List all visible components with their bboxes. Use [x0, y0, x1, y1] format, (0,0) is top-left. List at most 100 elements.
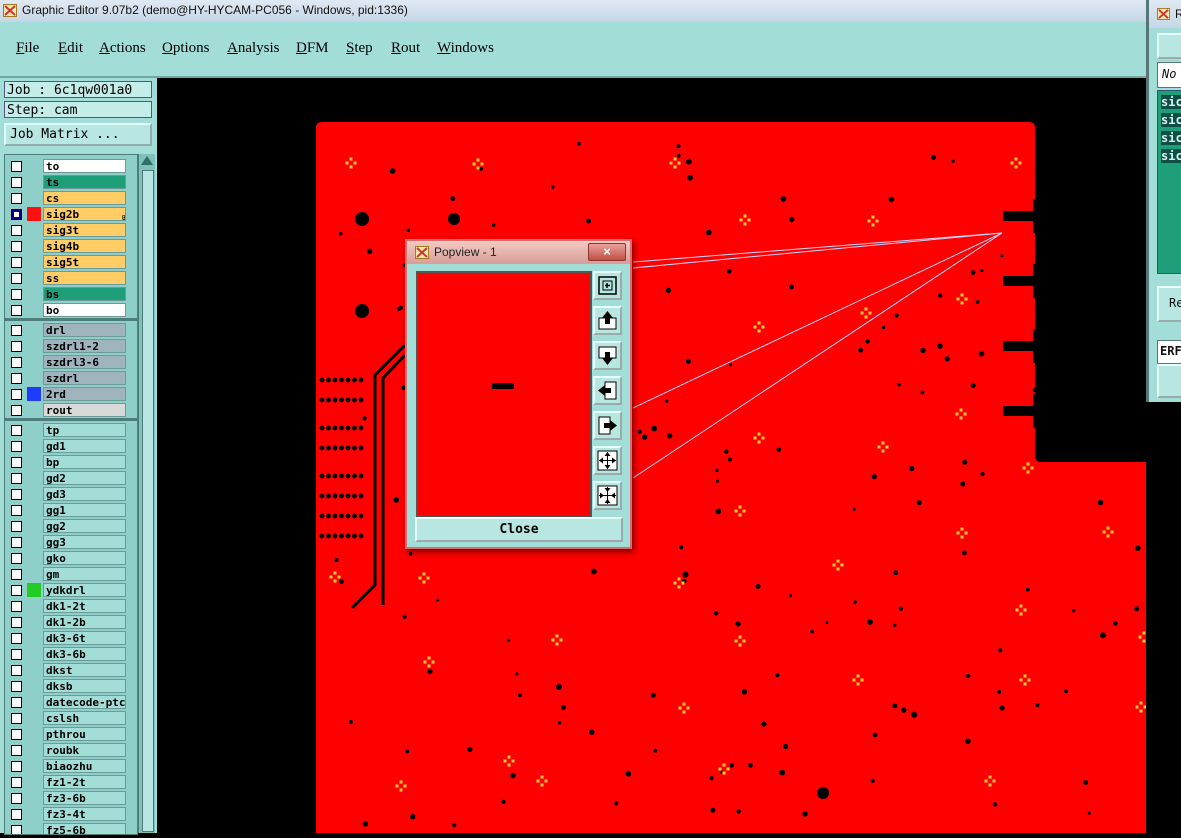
layer-row[interactable]: to	[8, 159, 136, 174]
layer-row[interactable]: sig5t	[8, 255, 136, 270]
layer-color-swatch[interactable]	[27, 403, 41, 417]
popview-viewport[interactable]	[416, 271, 592, 518]
layer-color-swatch[interactable]	[27, 503, 41, 517]
layer-name[interactable]: sig2b⊞	[43, 207, 126, 221]
scroll-up-icon[interactable]	[141, 156, 153, 165]
layer-color-swatch[interactable]	[27, 339, 41, 353]
layer-name[interactable]: dksb	[43, 679, 126, 693]
layer-row[interactable]: szdrl	[8, 371, 136, 386]
layer-row[interactable]: dk1-2b	[8, 615, 136, 630]
layer-name[interactable]: gko	[43, 551, 126, 565]
layer-row[interactable]: rout	[8, 403, 136, 418]
layer-checkbox[interactable]	[11, 681, 22, 692]
job-matrix-button[interactable]: Job Matrix ...	[4, 123, 152, 146]
layer-checkbox[interactable]	[11, 473, 22, 484]
layer-color-swatch[interactable]	[27, 567, 41, 581]
layer-color-swatch[interactable]	[27, 695, 41, 709]
layer-expand-icon[interactable]: ⊞	[122, 211, 125, 220]
layer-name[interactable]: 2rd	[43, 387, 126, 401]
layer-name[interactable]: tp	[43, 423, 126, 437]
layer-checkbox[interactable]	[11, 389, 22, 400]
layer-list-scrollbar[interactable]	[138, 154, 155, 833]
layer-row[interactable]: dk1-2t	[8, 599, 136, 614]
zoom-out-button[interactable]	[593, 481, 622, 510]
layer-color-swatch[interactable]	[27, 583, 41, 597]
layer-name[interactable]: biaozhu	[43, 759, 126, 773]
layer-name[interactable]: pthrou	[43, 727, 126, 741]
layer-checkbox[interactable]	[11, 665, 22, 676]
layer-name[interactable]: dk3-6b	[43, 647, 126, 661]
layer-row[interactable]: biaozhu	[8, 759, 136, 774]
pan-left-button[interactable]	[593, 376, 622, 405]
layer-color-swatch[interactable]	[27, 355, 41, 369]
layer-checkbox[interactable]	[11, 161, 22, 172]
pan-right-button[interactable]	[593, 411, 622, 440]
layer-name[interactable]: sig3t	[43, 223, 126, 237]
layer-color-swatch[interactable]	[27, 207, 41, 221]
layer-row[interactable]: sig2b⊞	[8, 207, 136, 222]
layer-checkbox[interactable]	[11, 341, 22, 352]
right-window-bottom-button[interactable]	[1157, 364, 1181, 398]
layer-color-swatch[interactable]	[27, 663, 41, 677]
layer-color-swatch[interactable]	[27, 551, 41, 565]
layer-color-swatch[interactable]	[27, 519, 41, 533]
layer-row[interactable]: gg3	[8, 535, 136, 550]
layer-name[interactable]: gg2	[43, 519, 126, 533]
pan-up-button[interactable]	[593, 306, 622, 335]
layer-row[interactable]: fz3-6b	[8, 791, 136, 806]
layer-checkbox[interactable]	[11, 425, 22, 436]
layer-color-swatch[interactable]	[27, 159, 41, 173]
layer-row[interactable]: dkst	[8, 663, 136, 678]
layer-name[interactable]: fz3-6b	[43, 791, 126, 805]
layer-color-swatch[interactable]	[27, 615, 41, 629]
layer-name[interactable]: dk1-2t	[43, 599, 126, 613]
layer-color-swatch[interactable]	[27, 599, 41, 613]
layer-color-swatch[interactable]	[27, 807, 41, 821]
layer-color-swatch[interactable]	[27, 775, 41, 789]
layer-color-swatch[interactable]	[27, 823, 41, 834]
right-list-item[interactable]: sic	[1161, 95, 1181, 109]
layer-color-swatch[interactable]	[27, 287, 41, 301]
layer-name[interactable]: cs	[43, 191, 126, 205]
menu-step[interactable]: Step	[346, 40, 373, 57]
menu-analysis[interactable]: Analysis	[227, 40, 280, 57]
layer-color-swatch[interactable]	[27, 487, 41, 501]
layer-checkbox[interactable]	[11, 697, 22, 708]
right-window-field[interactable]: No	[1157, 62, 1181, 88]
menu-file[interactable]: File	[16, 40, 39, 57]
layer-row[interactable]: cslsh	[8, 711, 136, 726]
layer-color-swatch[interactable]	[27, 439, 41, 453]
layer-row[interactable]: fz3-4t	[8, 807, 136, 822]
layer-name[interactable]: sig4b	[43, 239, 126, 253]
layer-name[interactable]: drl	[43, 323, 126, 337]
layer-color-swatch[interactable]	[27, 255, 41, 269]
layer-checkbox[interactable]	[11, 273, 22, 284]
layer-row[interactable]: sig3t	[8, 223, 136, 238]
layer-name[interactable]: gd2	[43, 471, 126, 485]
layer-name[interactable]: dk1-2b	[43, 615, 126, 629]
layer-row[interactable]: roubk	[8, 743, 136, 758]
layer-checkbox[interactable]	[11, 537, 22, 548]
layer-checkbox[interactable]	[11, 553, 22, 564]
pan-down-button[interactable]	[593, 341, 622, 370]
layer-color-swatch[interactable]	[27, 223, 41, 237]
layer-checkbox[interactable]	[11, 809, 22, 820]
layer-name[interactable]: roubk	[43, 743, 126, 757]
layer-row[interactable]: pthrou	[8, 727, 136, 742]
layer-name[interactable]: gg1	[43, 503, 126, 517]
layer-checkbox[interactable]	[11, 729, 22, 740]
layer-name[interactable]: bo	[43, 303, 126, 317]
layer-checkbox[interactable]	[11, 633, 22, 644]
layer-name[interactable]: ss	[43, 271, 126, 285]
right-window-button[interactable]: Re	[1157, 286, 1181, 322]
layer-row[interactable]: gd2	[8, 471, 136, 486]
layer-color-swatch[interactable]	[27, 759, 41, 773]
layer-row[interactable]: fz5-6b	[8, 823, 136, 834]
layer-name[interactable]: bs	[43, 287, 126, 301]
layer-checkbox[interactable]	[11, 241, 22, 252]
pcb-board-view[interactable]	[157, 78, 1150, 833]
layer-row[interactable]: gko	[8, 551, 136, 566]
layer-name[interactable]: rout	[43, 403, 126, 417]
layer-checkbox[interactable]	[11, 441, 22, 452]
layer-name[interactable]: datecode-ptc	[43, 695, 126, 709]
